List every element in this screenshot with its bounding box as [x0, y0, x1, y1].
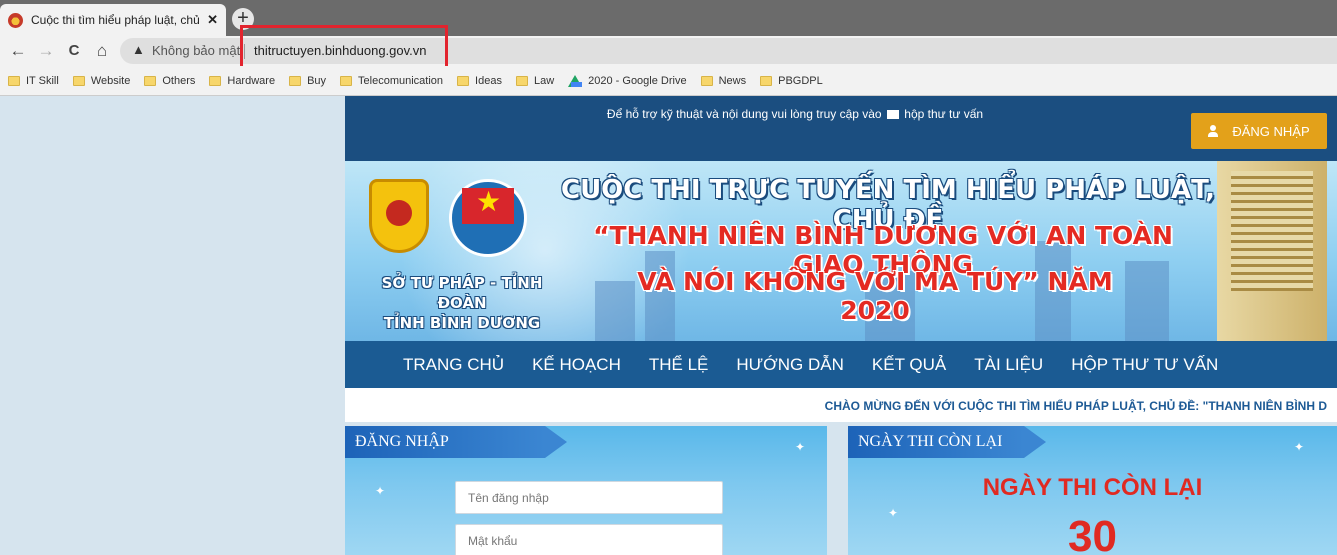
- main-navigation: TRANG CHỦ KẾ HOẠCH THỂ LỆ HƯỚNG DẪN KẾT …: [345, 341, 1337, 388]
- site-favicon-icon: [8, 12, 23, 28]
- admin-tower-image: [1217, 161, 1327, 341]
- nav-guide[interactable]: HƯỚNG DẪN: [736, 355, 844, 375]
- browser-tab[interactable]: Cuộc thi tìm hiểu pháp luật, chủ đ ✕: [0, 4, 226, 36]
- countdown-days: 30: [1068, 512, 1117, 555]
- nav-rules[interactable]: THỂ LỆ: [649, 355, 709, 375]
- bookmark-others[interactable]: Others: [144, 75, 195, 87]
- forward-arrow-icon[interactable]: →: [36, 40, 56, 62]
- folder-icon: [72, 75, 85, 86]
- police-emblem-logo: [369, 179, 429, 253]
- support-mailbox-link[interactable]: hộp thư tư vấn: [904, 107, 983, 121]
- sparkle-icon: ✦: [375, 484, 386, 498]
- bookmark-it-skill[interactable]: IT Skill: [8, 75, 59, 87]
- home-icon[interactable]: ⌂: [92, 40, 112, 62]
- nav-results[interactable]: KẾT QUẢ: [872, 355, 946, 375]
- bookmark-hardware[interactable]: Hardware: [209, 75, 275, 87]
- bookmarks-bar: IT Skill Website Others Hardware Buy Tel…: [0, 66, 1337, 96]
- banner-theme-line-2: VÀ NÓI KHÔNG VỚI MA TÚY” NĂM 2020: [637, 267, 1113, 325]
- reload-icon[interactable]: C: [64, 40, 84, 62]
- bookmark-google-drive[interactable]: 2020 - Google Drive: [568, 74, 687, 87]
- google-drive-icon: [568, 74, 583, 87]
- marquee-text: CHÀO MỪNG ĐẾN VỚI CUỘC THI TÌM HIỂU PHÁP…: [824, 399, 1327, 413]
- url-highlight-annotation: [240, 25, 448, 70]
- folder-icon: [289, 75, 302, 86]
- sparkle-icon: ✦: [795, 440, 806, 454]
- nav-plan[interactable]: KẾ HOẠCH: [532, 355, 621, 375]
- nav-consult-mailbox[interactable]: HỘP THƯ TƯ VẤN: [1071, 355, 1218, 375]
- top-bar: Để hỗ trợ kỹ thuật và nội dung vui lòng …: [345, 96, 1337, 161]
- folder-icon: [515, 75, 528, 86]
- organizer-name: SỞ TƯ PHÁP - TỈNH ĐOÀN TỈNH BÌNH DƯƠNG: [381, 274, 543, 332]
- close-tab-icon[interactable]: ✕: [207, 12, 218, 28]
- folder-icon: [700, 75, 713, 86]
- bookmark-ideas[interactable]: Ideas: [457, 75, 502, 87]
- username-input[interactable]: Tên đăng nhập: [455, 481, 723, 514]
- support-notice: Để hỗ trợ kỹ thuật và nội dung vui lòng …: [606, 107, 984, 121]
- nav-documents[interactable]: TÀI LIỆU: [974, 355, 1043, 375]
- bookmark-pbgdpl[interactable]: PBGDPL: [760, 75, 823, 87]
- countdown-panel-title: NGÀY THI CÒN LẠI: [848, 426, 1046, 458]
- welcome-marquee: CHÀO MỪNG ĐẾN VỚI CUỘC THI TÌM HIỂU PHÁP…: [345, 388, 1337, 422]
- tab-title: Cuộc thi tìm hiểu pháp luật, chủ đ: [31, 13, 202, 27]
- bookmark-law[interactable]: Law: [515, 75, 554, 87]
- warning-icon[interactable]: ▲: [132, 42, 145, 57]
- bookmark-buy[interactable]: Buy: [289, 75, 326, 87]
- contest-banner: SỞ TƯ PHÁP - TỈNH ĐOÀN TỈNH BÌNH DƯƠNG C…: [345, 161, 1337, 341]
- countdown-panel: ✦ ✦ NGÀY THI CÒN LẠI NGÀY THI CÒN LẠI 30: [848, 426, 1337, 555]
- folder-icon: [340, 75, 353, 86]
- login-panel: ✦ ✦ ĐĂNG NHẬP Tên đăng nhập Mật khẩu: [345, 426, 827, 555]
- folder-icon: [209, 75, 222, 86]
- nav-home[interactable]: TRANG CHỦ: [403, 355, 504, 375]
- envelope-icon: [886, 110, 899, 119]
- security-label[interactable]: Không bảo mật: [152, 43, 240, 58]
- city-building: [595, 281, 635, 341]
- sparkle-icon: ✦: [1294, 440, 1305, 454]
- bookmark-news[interactable]: News: [700, 75, 746, 87]
- folder-icon: [8, 75, 20, 86]
- youth-union-logo: [449, 179, 527, 257]
- password-input[interactable]: Mật khẩu: [455, 524, 723, 555]
- user-icon: [1208, 125, 1219, 137]
- folder-icon: [760, 75, 773, 86]
- login-panel-title: ĐĂNG NHẬP: [345, 426, 567, 458]
- bookmark-website[interactable]: Website: [72, 75, 130, 87]
- browser-toolbar: ← → C ⌂ ▲ Không bảo mật thitructuyen.bin…: [0, 36, 1337, 66]
- folder-icon: [457, 75, 470, 86]
- login-button[interactable]: ĐĂNG NHẬP: [1191, 113, 1327, 149]
- folder-icon: [144, 75, 157, 86]
- countdown-heading: NGÀY THI CÒN LẠI: [982, 474, 1203, 501]
- bookmark-telecomunication[interactable]: Telecomunication: [340, 75, 443, 87]
- tab-strip: Cuộc thi tìm hiểu pháp luật, chủ đ ✕ +: [0, 0, 1337, 36]
- back-arrow-icon[interactable]: ←: [8, 40, 28, 62]
- web-page: Để hỗ trợ kỹ thuật và nội dung vui lòng …: [345, 96, 1337, 555]
